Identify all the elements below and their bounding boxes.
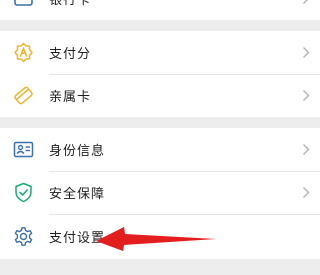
bank-card-icon (14, 0, 33, 6)
menu-item-label: 支付设置 (49, 231, 106, 246)
menu-item-family-card[interactable]: 亲属卡 (0, 74, 320, 117)
menu-item-label: 安全保障 (49, 187, 106, 202)
menu-item-label: 亲属卡 (49, 90, 92, 105)
group-bank: 银行卡 (0, 0, 320, 20)
menu-item-label: 支付分 (49, 47, 92, 62)
group-account: 身份信息 安全保障 支付设置 (0, 128, 320, 259)
menu-item-bank-card[interactable]: 银行卡 (0, 0, 320, 20)
group-payment-score: 支付分 亲属卡 (0, 31, 320, 117)
score-badge-icon (14, 42, 33, 63)
chevron-right-icon (303, 90, 310, 101)
menu-item-label: 身份信息 (49, 144, 106, 159)
family-card-icon (14, 86, 33, 105)
chevron-right-icon (303, 47, 310, 58)
menu-item-payment-settings[interactable]: 支付设置 (0, 215, 320, 258)
chevron-right-icon (303, 187, 310, 198)
chevron-right-icon (303, 0, 308, 4)
chevron-right-icon (303, 144, 310, 155)
menu-item-security[interactable]: 安全保障 (0, 171, 320, 214)
id-card-icon (13, 141, 34, 158)
menu-item-identity-info[interactable]: 身份信息 (0, 128, 320, 171)
menu-item-payment-score[interactable]: 支付分 (0, 31, 320, 74)
menu-item-label: 银行卡 (49, 0, 92, 8)
shield-check-icon (15, 182, 32, 203)
gear-icon (14, 227, 33, 246)
